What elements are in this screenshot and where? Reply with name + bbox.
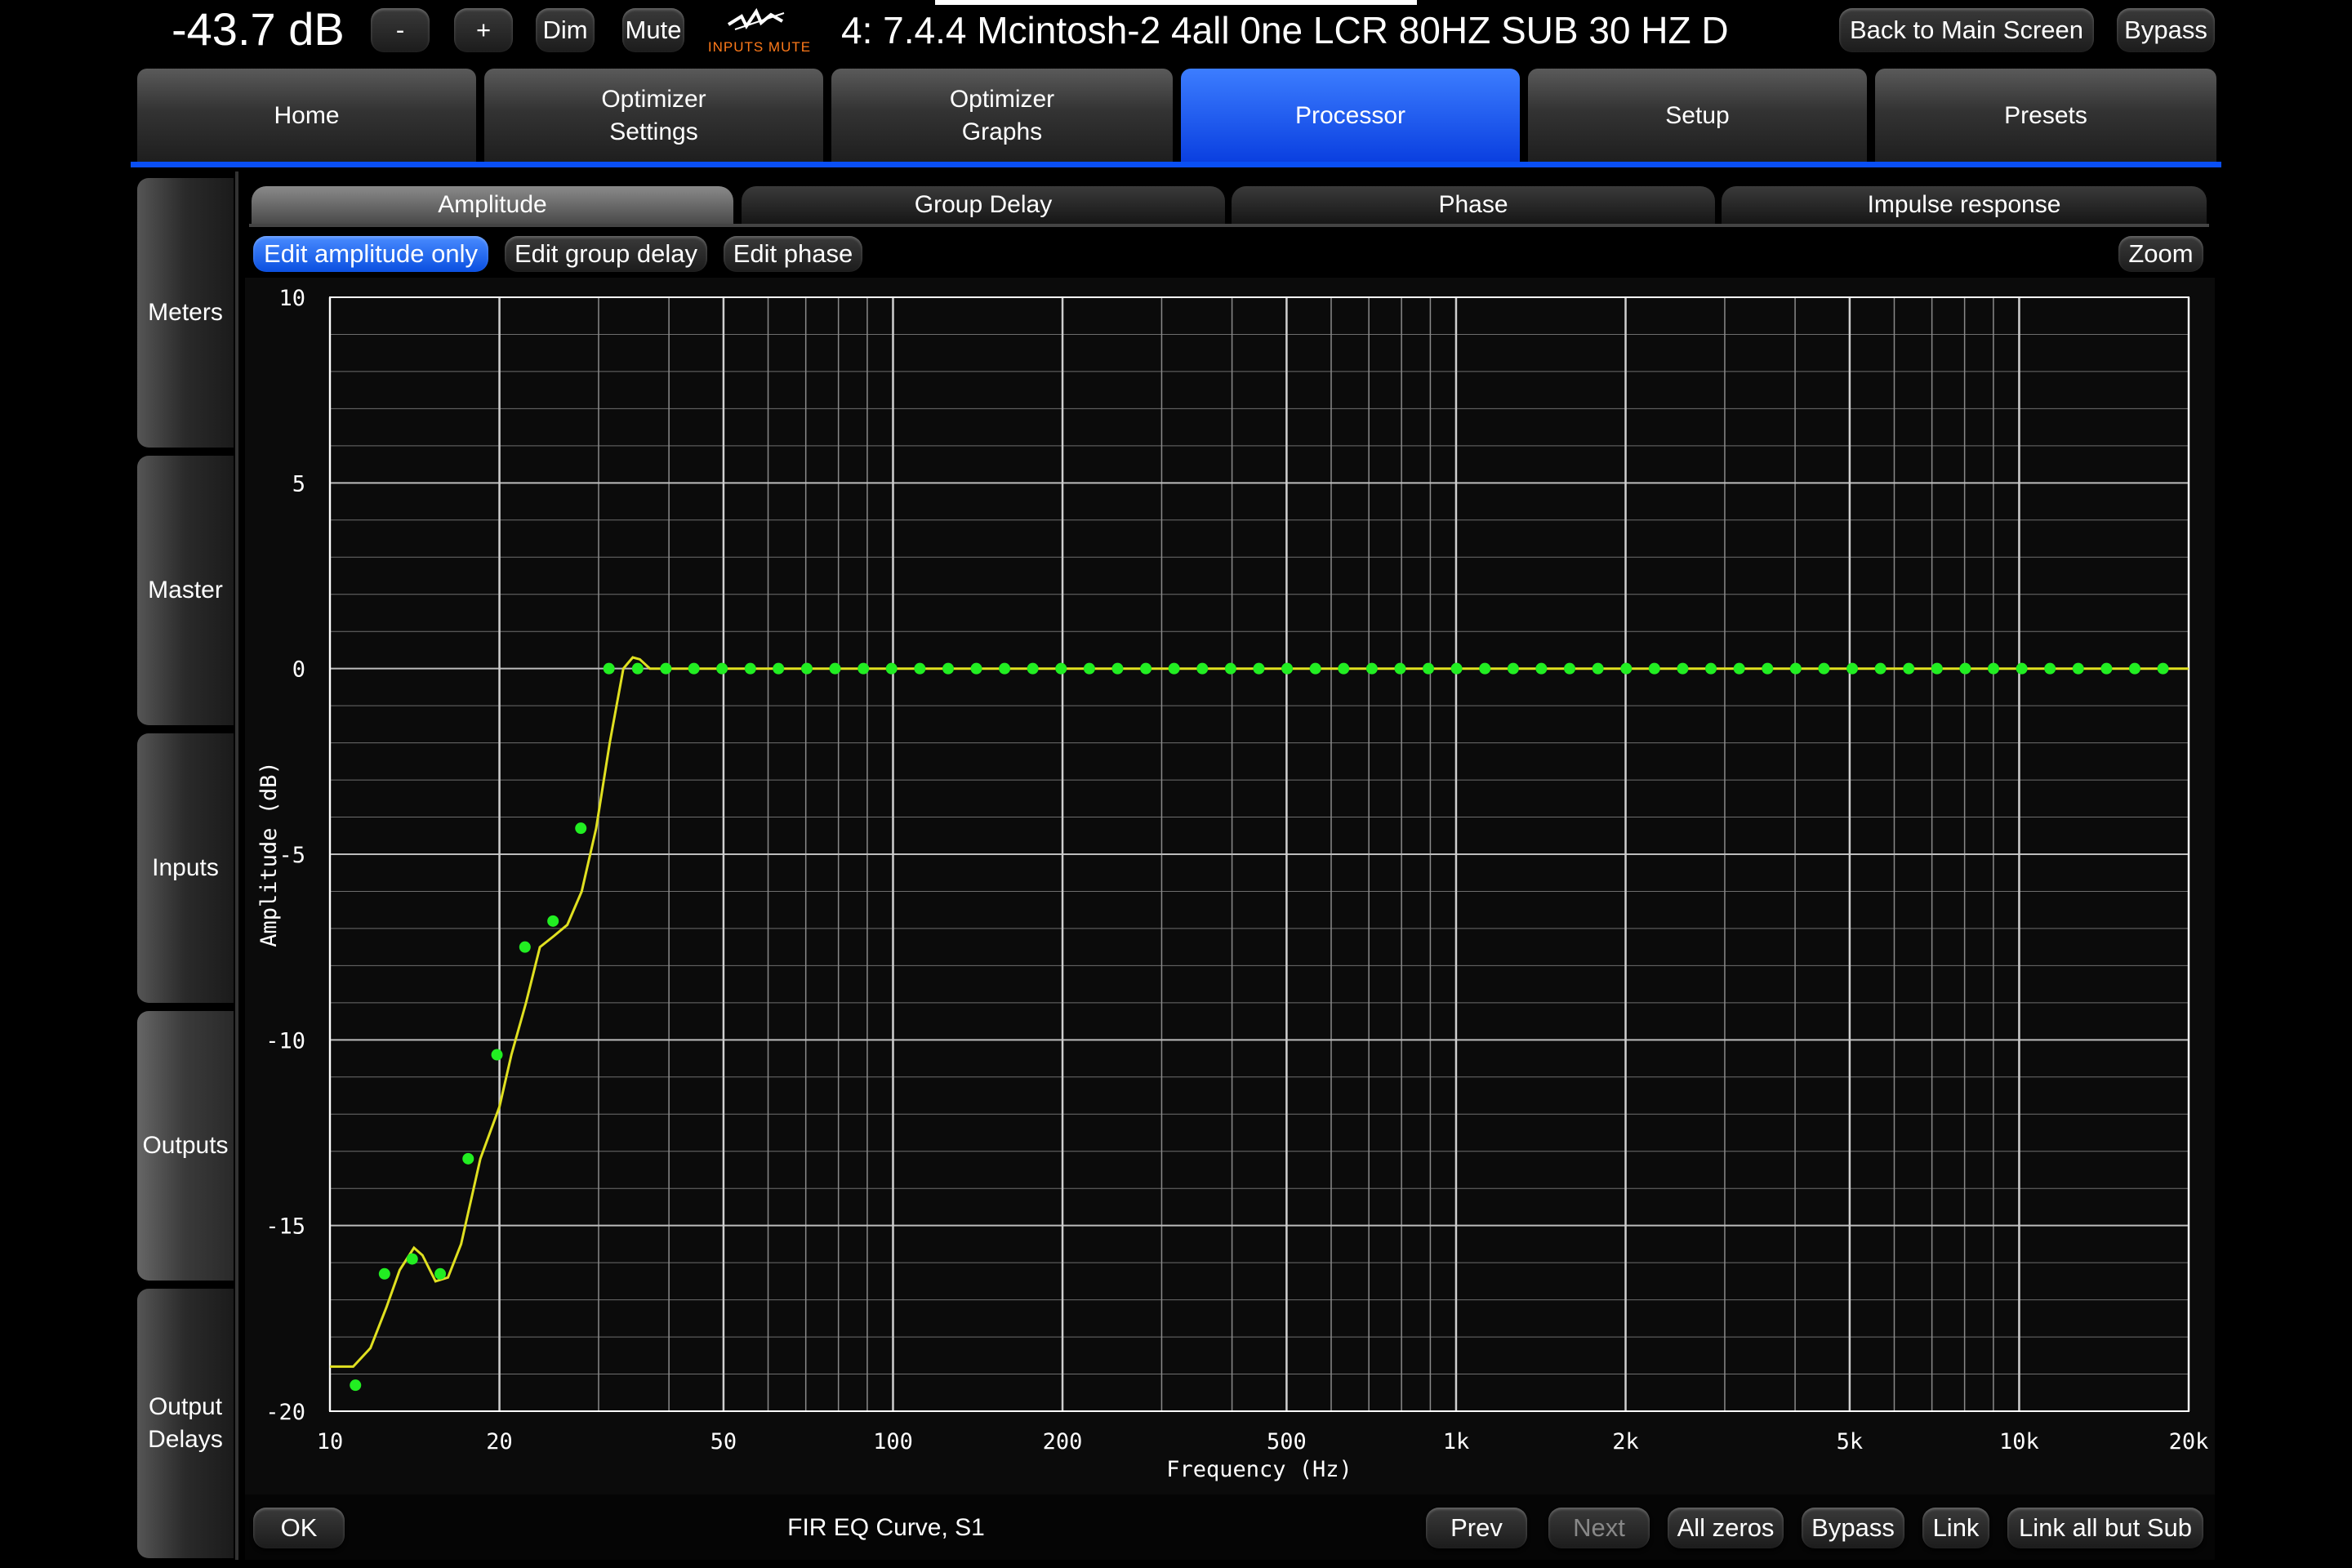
- eq-point[interactable]: [2016, 662, 2028, 675]
- y-tick-label: 0: [292, 657, 305, 683]
- eq-point[interactable]: [1423, 662, 1435, 675]
- eq-point[interactable]: [1309, 662, 1321, 675]
- eq-point[interactable]: [2128, 662, 2140, 675]
- x-tick-label: 50: [710, 1429, 737, 1454]
- x-tick-labels: 10 20 50 100 200 500 1k 2k 5k 10k 20k: [317, 1429, 2209, 1454]
- x-tick-label: 500: [1267, 1429, 1307, 1454]
- x-tick-label: 200: [1043, 1429, 1083, 1454]
- y-tick-label: -10: [265, 1028, 305, 1054]
- eq-point[interactable]: [1168, 662, 1180, 675]
- prev-button[interactable]: Prev: [1426, 1508, 1527, 1548]
- eq-point[interactable]: [434, 1267, 447, 1280]
- eq-point[interactable]: [914, 662, 926, 675]
- eq-point[interactable]: [1253, 662, 1265, 675]
- eq-point[interactable]: [1224, 662, 1236, 675]
- eq-point[interactable]: [1733, 662, 1745, 675]
- eq-point[interactable]: [829, 662, 841, 675]
- eq-point[interactable]: [2157, 662, 2169, 675]
- eq-point[interactable]: [1959, 662, 1971, 675]
- status-text: FIR EQ Curve, S1: [787, 1514, 985, 1541]
- eq-point[interactable]: [800, 662, 813, 675]
- eq-point[interactable]: [1083, 662, 1095, 675]
- eq-point[interactable]: [378, 1267, 390, 1280]
- all-zeros-button[interactable]: All zeros: [1668, 1508, 1784, 1548]
- next-button[interactable]: Next: [1548, 1508, 1650, 1548]
- eq-point[interactable]: [660, 662, 672, 675]
- eq-point[interactable]: [858, 662, 870, 675]
- eq-curve: [330, 656, 2189, 1368]
- eq-point[interactable]: [462, 1152, 474, 1165]
- eq-point[interactable]: [688, 662, 700, 675]
- grid-major: [328, 296, 2190, 1412]
- link-button[interactable]: Link: [1922, 1508, 1989, 1548]
- eq-point[interactable]: [1931, 662, 1943, 675]
- x-tick-label: 100: [873, 1429, 913, 1454]
- eq-point[interactable]: [999, 662, 1011, 675]
- eq-point[interactable]: [1620, 662, 1633, 675]
- eq-point[interactable]: [2044, 662, 2056, 675]
- y-axis-label: Amplitude (dB): [256, 761, 282, 947]
- x-tick-label: 10: [317, 1429, 344, 1454]
- eq-point[interactable]: [1111, 662, 1124, 675]
- x-tick-label: 5k: [1837, 1429, 1864, 1454]
- eq-point[interactable]: [773, 662, 785, 675]
- eq-point[interactable]: [716, 662, 728, 675]
- ok-button[interactable]: OK: [253, 1508, 345, 1548]
- eq-point[interactable]: [1987, 662, 1999, 675]
- eq-point[interactable]: [1365, 662, 1378, 675]
- eq-point[interactable]: [1677, 662, 1689, 675]
- eq-point[interactable]: [1704, 662, 1717, 675]
- eq-point[interactable]: [970, 662, 982, 675]
- x-tick-label: 10k: [1999, 1429, 2039, 1454]
- x-tick-label: 2k: [1612, 1429, 1639, 1454]
- eq-point[interactable]: [406, 1253, 418, 1265]
- bottom-bypass-button[interactable]: Bypass: [1802, 1508, 1904, 1548]
- eq-point[interactable]: [350, 1379, 362, 1392]
- link-all-but-sub-button[interactable]: Link all but Sub: [2007, 1508, 2203, 1548]
- eq-point[interactable]: [1564, 662, 1576, 675]
- eq-point[interactable]: [547, 915, 559, 927]
- eq-point[interactable]: [1281, 662, 1294, 675]
- eq-point[interactable]: [942, 662, 955, 675]
- eq-point[interactable]: [519, 941, 531, 953]
- eq-point[interactable]: [1196, 662, 1209, 675]
- eq-point[interactable]: [1762, 662, 1774, 675]
- x-axis-label: Frequency (Hz): [1166, 1457, 1352, 1482]
- y-tick-label: 5: [292, 471, 305, 497]
- eq-point[interactable]: [1592, 662, 1604, 675]
- eq-point[interactable]: [1818, 662, 1830, 675]
- eq-point[interactable]: [885, 662, 898, 675]
- bottom-bar: [245, 1494, 2215, 1560]
- y-tick-label: 10: [278, 286, 305, 311]
- eq-point[interactable]: [1903, 662, 1915, 675]
- eq-point[interactable]: [575, 822, 587, 835]
- eq-point[interactable]: [1338, 662, 1350, 675]
- eq-point[interactable]: [1789, 662, 1802, 675]
- amplitude-chart[interactable]: 1050-5-10-15-20 10 20 50 100 200 500 1k 2k 5k 10k…: [0, 0, 2352, 1568]
- eq-point[interactable]: [1394, 662, 1406, 675]
- eq-point[interactable]: [2072, 662, 2084, 675]
- x-tick-label: 20k: [2169, 1429, 2209, 1454]
- eq-point[interactable]: [1846, 662, 1859, 675]
- eq-point[interactable]: [744, 662, 756, 675]
- x-tick-label: 1k: [1443, 1429, 1470, 1454]
- y-tick-label: -15: [265, 1214, 305, 1240]
- eq-point[interactable]: [2100, 662, 2113, 675]
- eq-point[interactable]: [1535, 662, 1548, 675]
- eq-point[interactable]: [631, 662, 644, 675]
- eq-point[interactable]: [1140, 662, 1152, 675]
- y-tick-label: -20: [265, 1400, 305, 1425]
- eq-point[interactable]: [1648, 662, 1660, 675]
- eq-point[interactable]: [1450, 662, 1463, 675]
- eq-point[interactable]: [491, 1049, 503, 1061]
- eq-point[interactable]: [1027, 662, 1039, 675]
- x-tick-label: 20: [486, 1429, 513, 1454]
- eq-point[interactable]: [1055, 662, 1067, 675]
- eq-point[interactable]: [1507, 662, 1519, 675]
- eq-point[interactable]: [1479, 662, 1491, 675]
- eq-points[interactable]: [350, 662, 2169, 1392]
- y-tick-label: -5: [278, 843, 305, 868]
- eq-point[interactable]: [1874, 662, 1886, 675]
- eq-point[interactable]: [603, 662, 615, 675]
